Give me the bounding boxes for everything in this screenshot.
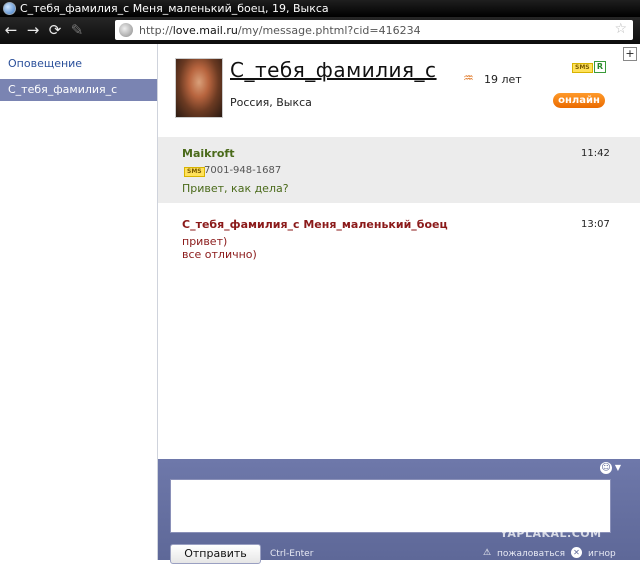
zodiac-icon: ♒ [463,71,474,85]
message-author[interactable]: Maikroft [182,147,234,160]
back-arrow-icon[interactable]: ← [0,17,22,44]
compose-panel: ☺ ▼ Отправить Ctrl-Enter ⚠ пожаловаться … [158,459,640,564]
sms-icon: SMS [184,167,205,177]
message-input[interactable] [170,479,611,533]
window-titlebar: С_тебя_фамилия_с Меня_маленький_боец, 19… [0,0,640,17]
url-host: love.mail.ru [172,23,238,37]
notifications-link[interactable]: Оповещение [8,57,82,70]
message-text: Привет, как дела? [182,182,289,195]
smiley-icon[interactable]: ☺ [600,462,612,474]
message-item: Maikroft 11:42 SMS 7001-948-1687 Привет,… [158,137,640,203]
url-prefix: http:// [139,23,173,37]
message-text: все отлично) [182,248,257,261]
avatar[interactable] [175,58,223,118]
ignore-link[interactable]: игнор [588,549,616,559]
expand-plus-button[interactable]: + [623,47,637,61]
sms-icon[interactable]: SMS [572,63,593,73]
address-url[interactable]: http://love.mail.ru/my/message.phtml?cid… [139,24,421,37]
contact-item[interactable]: С_тебя_фамилия_с [0,79,157,101]
reload-icon[interactable]: ⟳ [44,17,66,44]
edit-pencil-icon[interactable]: ✎ [66,17,88,44]
browser-toolbar: ← → ⟳ ✎ http://love.mail.ru/my/message.p… [0,17,640,44]
bookmark-star-icon[interactable]: ☆ [614,21,627,37]
message-phone: 7001-948-1687 [204,165,282,176]
complain-link[interactable]: пожаловаться [497,549,565,559]
globe-icon [119,23,133,37]
warning-icon[interactable]: ⚠ [483,548,491,558]
profile-name[interactable]: С_тебя_фамилия_с [230,58,437,82]
browser-icon [3,2,16,15]
r-badge-icon: R [594,61,606,73]
profile-age: 19 лет [484,73,522,86]
window-title: С_тебя_фамилия_с Меня_маленький_боец, 19… [20,2,329,15]
message-author[interactable]: С_тебя_фамилия_с Меня_маленький_боец [182,218,448,231]
message-text: привет) [182,235,228,248]
left-panel: Оповещение С_тебя_фамилия_с [0,44,158,560]
send-shortcut-hint: Ctrl-Enter [270,549,314,559]
message-time: 13:07 [581,219,610,230]
watermark: YAPLAKAL.COM [500,527,602,540]
forward-arrow-icon[interactable]: → [22,17,44,44]
chevron-down-icon[interactable]: ▼ [615,463,621,472]
url-path: /my/message.phtml?cid=416234 [237,23,421,37]
close-icon[interactable]: ✕ [571,547,582,558]
profile-location: Россия, Выкса [230,96,312,109]
online-status-badge: онлайн [553,93,605,108]
message-time: 11:42 [581,148,610,159]
address-bar[interactable]: http://love.mail.ru/my/message.phtml?cid… [115,20,633,40]
send-button[interactable]: Отправить [170,544,261,564]
